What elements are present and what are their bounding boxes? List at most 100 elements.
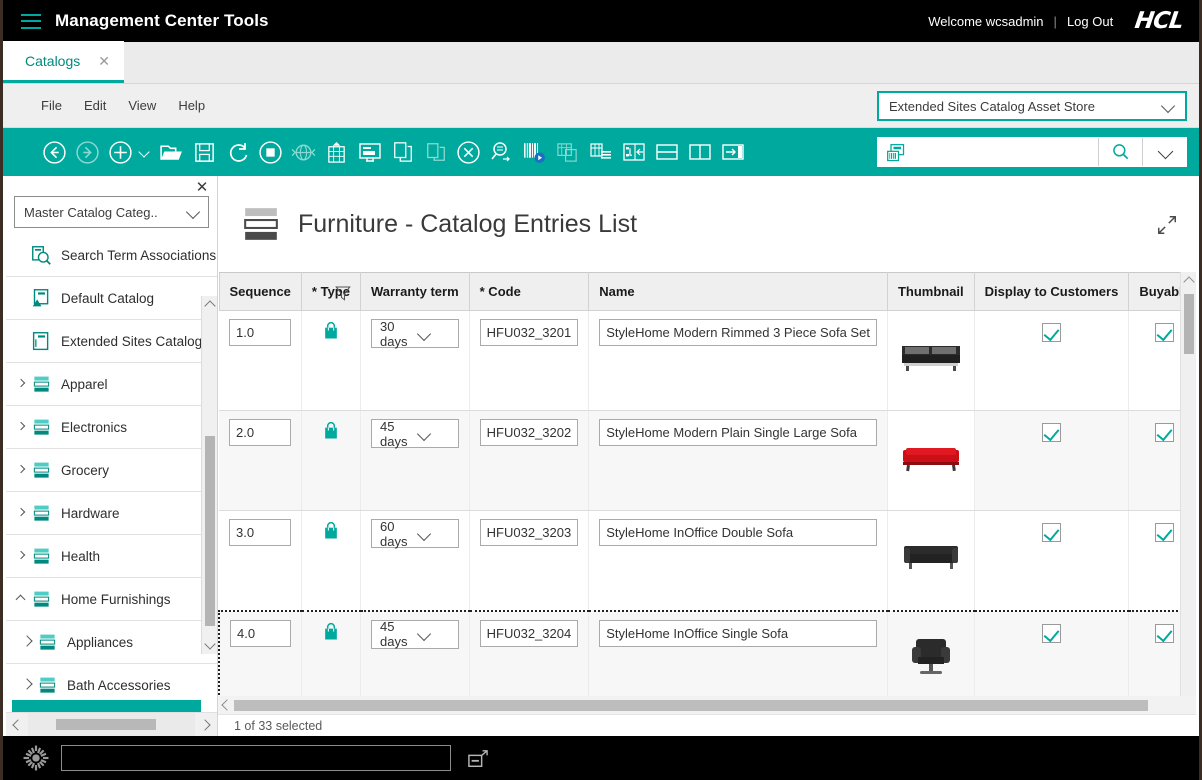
table-row[interactable]: 4.0 45 days HFU032_3204 StyleHome InOffi…	[219, 611, 1180, 697]
column-header-thumbnail[interactable]: Thumbnail	[887, 273, 974, 311]
cell-display-to-customers[interactable]	[974, 511, 1129, 611]
cell-thumbnail[interactable]	[887, 311, 974, 411]
name-input[interactable]: StyleHome InOffice Double Sofa	[599, 519, 877, 546]
save-disk-icon[interactable]	[191, 139, 218, 166]
column-header-sequence[interactable]: Sequence	[219, 273, 301, 311]
sequence-input[interactable]: 1.0	[229, 319, 291, 346]
code-input[interactable]: HFU032_3202	[480, 419, 579, 446]
display-to-customers-checkbox[interactable]	[1042, 423, 1061, 442]
column-header-name[interactable]: Name	[589, 273, 888, 311]
column-header-display-to-customers[interactable]: Display to Customers	[974, 273, 1129, 311]
name-input[interactable]: StyleHome InOffice Single Sofa	[599, 620, 877, 647]
new-plus-icon[interactable]	[107, 139, 134, 166]
cell-code[interactable]: HFU032_3204	[469, 611, 589, 697]
expand-diagonal-icon[interactable]	[1156, 214, 1178, 236]
warranty-term-select[interactable]: 60 days	[371, 519, 459, 548]
tab-catalogs[interactable]: Catalogs ✕	[3, 41, 124, 83]
cell-warranty[interactable]: 60 days	[360, 511, 469, 611]
sidebar-item-health[interactable]: Health	[6, 535, 217, 578]
cell-type[interactable]	[301, 311, 360, 411]
chevron-down-icon[interactable]	[14, 592, 28, 606]
sequence-input[interactable]: 4.0	[230, 620, 291, 647]
column-header-code[interactable]: * Code	[469, 273, 589, 311]
scrollbar-thumb[interactable]	[1184, 294, 1194, 354]
cell-type[interactable]	[301, 611, 360, 697]
cell-name[interactable]: StyleHome InOffice Double Sofa	[589, 511, 888, 611]
tree-collapse-icon[interactable]	[620, 139, 647, 166]
cell-warranty[interactable]: 45 days	[360, 411, 469, 511]
warranty-term-select[interactable]: 30 days	[371, 319, 459, 348]
cell-name[interactable]: StyleHome InOffice Single Sofa	[589, 611, 888, 697]
sidebar-vertical-scrollbar[interactable]	[201, 296, 217, 654]
sidebar-item-search-term-associations[interactable]: Search Term Associations	[6, 234, 217, 277]
scrollbar-thumb[interactable]	[234, 700, 1148, 711]
chevron-left-icon[interactable]	[218, 696, 234, 714]
warranty-term-select[interactable]: 45 days	[371, 620, 459, 649]
close-icon[interactable]: ✕	[98, 54, 110, 68]
hamburger-icon[interactable]	[21, 14, 41, 29]
funnel-icon[interactable]	[334, 284, 352, 302]
globe-icon[interactable]	[290, 139, 317, 166]
chevron-right-icon[interactable]	[14, 506, 28, 520]
cell-code[interactable]: HFU032_3201	[469, 311, 589, 411]
table-copy-icon[interactable]	[554, 139, 581, 166]
cell-buyable[interactable]	[1129, 511, 1180, 611]
buyable-checkbox[interactable]	[1155, 323, 1174, 342]
chevron-up-icon[interactable]	[202, 296, 217, 312]
taskbar-input[interactable]	[61, 745, 451, 771]
search-options-dropdown[interactable]	[1142, 138, 1186, 166]
display-to-customers-checkbox[interactable]	[1042, 323, 1061, 342]
forward-arrow-icon[interactable]	[74, 139, 101, 166]
sidebar-item-electronics[interactable]: Electronics	[6, 406, 217, 449]
code-input[interactable]: HFU032_3201	[480, 319, 579, 346]
search-button[interactable]	[1098, 138, 1142, 166]
chevron-left-icon[interactable]	[6, 713, 28, 737]
chevron-right-icon[interactable]	[195, 713, 217, 737]
menu-item-help[interactable]: Help	[178, 98, 205, 113]
code-input[interactable]: HFU032_3203	[480, 519, 579, 546]
column-header-warranty-term[interactable]: Warranty term	[360, 273, 469, 311]
cell-display-to-customers[interactable]	[974, 411, 1129, 511]
barcode-generate-icon[interactable]	[521, 139, 548, 166]
search-input[interactable]	[878, 138, 1098, 166]
grid-vertical-scrollbar[interactable]	[1180, 272, 1196, 696]
preview-screen-icon[interactable]	[356, 139, 383, 166]
table-list-icon[interactable]	[587, 139, 614, 166]
sidebar-item-grocery[interactable]: Grocery	[6, 449, 217, 492]
sidebar-item-extended-sites-catalog[interactable]: Extended Sites Catalog As	[6, 320, 217, 363]
sidebar-horizontal-scrollbar[interactable]	[6, 712, 217, 736]
cell-sequence[interactable]: 2.0	[219, 411, 301, 511]
refresh-icon[interactable]	[224, 139, 251, 166]
cell-warranty[interactable]: 45 days	[360, 611, 469, 697]
cell-buyable[interactable]	[1129, 311, 1180, 411]
cell-thumbnail[interactable]	[887, 411, 974, 511]
sidebar-item-hardware[interactable]: Hardware	[6, 492, 217, 535]
sidebar-item-appliances[interactable]: Appliances	[6, 621, 217, 664]
scrollbar-track[interactable]	[28, 713, 195, 737]
find-icon[interactable]	[488, 139, 515, 166]
menu-item-file[interactable]: File	[41, 98, 62, 113]
close-icon[interactable]: ✕	[193, 179, 211, 197]
sequence-input[interactable]: 3.0	[229, 519, 291, 546]
column-header-buyable[interactable]: Buyable	[1129, 273, 1180, 311]
chevron-right-icon[interactable]	[20, 635, 34, 649]
cell-thumbnail[interactable]	[887, 611, 974, 697]
cell-buyable[interactable]	[1129, 611, 1180, 697]
chevron-down-icon[interactable]	[202, 638, 217, 654]
catalog-filter-select[interactable]: Master Catalog Categ..	[14, 196, 209, 228]
cell-sequence[interactable]: 1.0	[219, 311, 301, 411]
cell-type[interactable]	[301, 511, 360, 611]
cell-display-to-customers[interactable]	[974, 311, 1129, 411]
cell-name[interactable]: StyleHome Modern Rimmed 3 Piece Sofa Set	[589, 311, 888, 411]
buyable-checkbox[interactable]	[1155, 624, 1174, 643]
cell-sequence[interactable]: 3.0	[219, 511, 301, 611]
menu-item-edit[interactable]: Edit	[84, 98, 106, 113]
cell-display-to-customers[interactable]	[974, 611, 1129, 697]
sequence-input[interactable]: 2.0	[229, 419, 291, 446]
display-to-customers-checkbox[interactable]	[1042, 523, 1061, 542]
store-selector[interactable]: Extended Sites Catalog Asset Store	[877, 91, 1187, 121]
new-dropdown-caret-icon[interactable]	[138, 142, 152, 162]
cell-thumbnail[interactable]	[887, 511, 974, 611]
name-input[interactable]: StyleHome Modern Rimmed 3 Piece Sofa Set	[599, 319, 877, 346]
grid-horizontal-scrollbar[interactable]	[218, 696, 1196, 714]
